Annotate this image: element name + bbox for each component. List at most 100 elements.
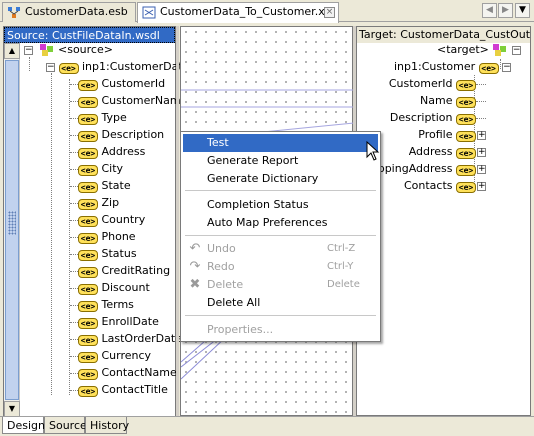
menu-item-undo[interactable]: ↶ Undo Ctrl-Z — [183, 240, 378, 258]
tree-node-label: Name — [420, 94, 453, 107]
menu-item-generate-report[interactable]: Generate Report — [183, 152, 378, 170]
target-field-customerid[interactable]: CustomerId <e> — [389, 75, 486, 92]
source-vertical-scrollbar[interactable]: ▲ ▼ — [4, 43, 20, 417]
menu-item-completion-status[interactable]: Completion Status — [183, 196, 378, 214]
source-field-address[interactable]: <e> Address — [70, 143, 145, 160]
tree-connector — [70, 321, 78, 323]
menu-item-label: Generate Report — [207, 154, 299, 167]
tree-connector — [70, 355, 78, 357]
source-field-state[interactable]: <e> State — [70, 177, 131, 194]
collapse-icon[interactable]: − — [502, 62, 512, 72]
element-icon: <e> — [456, 182, 476, 193]
source-field-contactname[interactable]: <e> ContactName — [70, 364, 177, 381]
collapse-icon[interactable]: − — [511, 45, 521, 55]
tree-connector — [476, 117, 486, 119]
scroll-up-icon[interactable]: ▲ — [4, 43, 20, 59]
tree-connector — [70, 134, 78, 136]
tree-node-customer[interactable]: inp1:Customer <e> − — [394, 58, 512, 75]
source-field-creditrating[interactable]: <e> CreditRating — [70, 262, 170, 279]
tree-node-customerdata[interactable]: − <e> inp1:CustomerData — [46, 58, 189, 75]
menu-item-redo[interactable]: ↷ Redo Ctrl-Y — [183, 258, 378, 276]
source-field-status[interactable]: <e> Status — [70, 245, 137, 262]
mouse-cursor-icon — [366, 141, 380, 161]
scroll-tabs-right-icon[interactable]: ▶ — [498, 3, 513, 18]
menu-separator — [185, 235, 376, 236]
source-field-zip[interactable]: <e> Zip — [70, 194, 119, 211]
tree-node-label: Type — [101, 111, 127, 124]
tree-connector — [70, 236, 78, 238]
element-icon: <e> — [78, 301, 98, 312]
tab-history[interactable]: History — [85, 417, 129, 434]
tree-guide-line — [29, 57, 30, 71]
tab-design[interactable]: Design — [2, 417, 45, 434]
menu-item-auto-map-preferences[interactable]: Auto Map Preferences — [183, 214, 378, 232]
source-field-discount[interactable]: <e> Discount — [70, 279, 150, 296]
source-field-currency[interactable]: <e> Currency — [70, 347, 151, 364]
source-field-customerid[interactable]: <e> CustomerId — [70, 75, 165, 92]
source-field-customername[interactable]: <e> CustomerName — [70, 92, 187, 109]
tree-node-label: CustomerName — [101, 94, 188, 107]
tree-connector — [70, 219, 78, 221]
target-field-contacts[interactable]: Contacts <e> + — [404, 177, 486, 194]
tree-connector — [70, 151, 78, 153]
element-icon: <e> — [78, 80, 98, 91]
element-icon: <e> — [456, 165, 476, 176]
collapse-icon[interactable]: − — [24, 45, 33, 55]
menu-item-label: Properties... — [207, 323, 274, 336]
close-tab-icon[interactable]: × — [324, 7, 335, 18]
tree-node-label: Currency — [101, 349, 152, 362]
menu-item-generate-dictionary[interactable]: Generate Dictionary — [183, 170, 378, 188]
element-icon: <e> — [78, 165, 98, 176]
menu-item-label: Test — [207, 136, 229, 149]
source-field-terms[interactable]: <e> Terms — [70, 296, 134, 313]
tab-label: CustomerData_To_Customer.xsl — [160, 5, 334, 18]
element-icon: <e> — [456, 131, 476, 142]
menu-item-label: Redo — [207, 260, 235, 273]
tree-node-label: CustomerId — [101, 77, 166, 90]
tab-source[interactable]: Source — [44, 417, 87, 434]
expand-icon[interactable]: + — [477, 164, 486, 174]
tab-customerdata-to-customer-xsl[interactable]: CustomerData_To_Customer.xsl × — [137, 2, 339, 23]
menu-item-test[interactable]: Test — [183, 134, 378, 152]
source-field-phone[interactable]: <e> Phone — [70, 228, 136, 245]
source-field-enrolldate[interactable]: <e> EnrollDate — [70, 313, 159, 330]
target-field-description[interactable]: Description <e> — [390, 109, 486, 126]
menu-item-delete-all[interactable]: Delete All — [183, 294, 378, 312]
collapse-icon[interactable]: − — [46, 62, 55, 72]
tree-node-source-root[interactable]: − <source> — [24, 41, 113, 58]
target-field-address[interactable]: Address <e> + — [409, 143, 486, 160]
element-icon: <e> — [78, 284, 98, 295]
tree-node-target-root[interactable]: <target> − — [437, 41, 521, 58]
expand-icon[interactable]: + — [477, 181, 486, 191]
tree-node-label: Terms — [101, 298, 134, 311]
menu-item-properties[interactable]: Properties... — [183, 321, 378, 339]
scroll-thumb[interactable] — [5, 60, 19, 400]
source-field-city[interactable]: <e> City — [70, 160, 123, 177]
source-field-description[interactable]: <e> Description — [70, 126, 164, 143]
source-field-country[interactable]: <e> Country — [70, 211, 145, 228]
tree-node-label: Country — [101, 213, 146, 226]
tab-customerdata-esb[interactable]: CustomerData.esb — [2, 2, 136, 22]
tree-connector — [70, 304, 78, 306]
source-field-type[interactable]: <e> Type — [70, 109, 127, 126]
tab-list-dropdown-icon[interactable]: ▼ — [515, 3, 530, 18]
expand-icon[interactable]: + — [477, 130, 486, 140]
target-field-name[interactable]: Name <e> — [420, 92, 486, 109]
scroll-tabs-left-icon[interactable]: ◀ — [482, 3, 497, 18]
menu-item-label: Delete All — [207, 296, 261, 309]
expand-icon[interactable]: + — [477, 147, 486, 157]
grip-icon — [8, 211, 16, 235]
source-field-contacttitle[interactable]: <e> ContactTitle — [70, 381, 168, 398]
menu-item-delete[interactable]: ✖ Delete Delete — [183, 276, 378, 294]
source-field-lastorderdate[interactable]: <e> LastOrderDate — [70, 330, 182, 347]
left-splitter[interactable] — [176, 26, 179, 416]
tree-connector — [70, 372, 78, 374]
tree-connector — [70, 168, 78, 170]
menu-shortcut: Ctrl-Y — [327, 261, 354, 272]
element-icon: <e> — [78, 233, 98, 244]
tree-connector — [70, 338, 78, 340]
tree-node-label: Description — [389, 111, 453, 124]
target-field-profile[interactable]: Profile <e> + — [418, 126, 486, 143]
tree-node-label: CreditRating — [101, 264, 171, 277]
scroll-down-icon[interactable]: ▼ — [4, 401, 20, 417]
